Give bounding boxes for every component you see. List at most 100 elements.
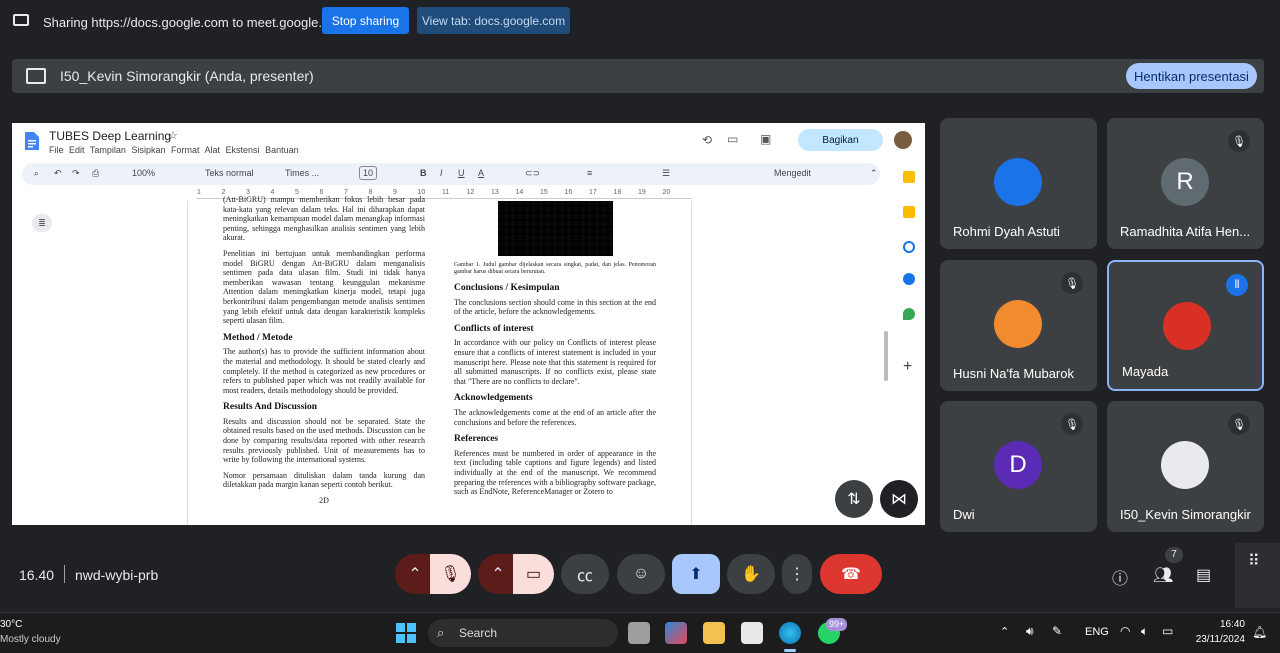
- swap-icon[interactable]: ⇅: [835, 480, 873, 518]
- add-addon-icon[interactable]: +: [903, 358, 912, 376]
- more-options-button[interactable]: ⋮: [782, 554, 812, 594]
- mic-toggle-button[interactable]: 🎙︎: [430, 554, 471, 594]
- stop-sharing-button[interactable]: Stop sharing: [322, 7, 409, 34]
- history-icon[interactable]: ⟲: [702, 133, 712, 147]
- participant-tile[interactable]: R Ramadhita Atifa Hen... 🎙︎: [1107, 118, 1264, 249]
- ruler-mark: 13: [491, 189, 499, 196]
- chat-icon[interactable]: ▤: [1196, 565, 1211, 585]
- sharing-bar: Sharing https://docs.google.com to meet.…: [0, 0, 1280, 44]
- doc-page[interactable]: (Att-BiGRU) mampu memberikan fokus lebih…: [187, 195, 692, 525]
- volume-icon[interactable]: 🔊︎: [1026, 624, 1034, 639]
- menu-edit[interactable]: Edit: [69, 145, 85, 155]
- weather[interactable]: Mostly cloudy: [0, 634, 61, 645]
- style-select[interactable]: Teks normal: [205, 168, 254, 178]
- collapse-toolbar-icon[interactable]: ⌃: [870, 168, 878, 179]
- speaker-icon[interactable]: 🔈︎: [1141, 624, 1148, 639]
- docs-logo-icon: [25, 132, 39, 150]
- captions-button[interactable]: ㏄: [561, 554, 609, 594]
- copilot-icon[interactable]: [665, 622, 687, 644]
- present-icon: [26, 68, 46, 84]
- leave-call-button[interactable]: ☎: [820, 554, 882, 594]
- avatar: [994, 158, 1042, 206]
- camera-toggle-button[interactable]: ▭: [513, 554, 554, 594]
- participant-tile[interactable]: I50_Kevin Simorangkir 🎙︎: [1107, 401, 1264, 532]
- notes-icon[interactable]: [903, 206, 915, 218]
- align-icon[interactable]: ≡: [587, 168, 592, 178]
- search-menus-icon[interactable]: ⌕: [34, 168, 39, 179]
- divider: [64, 565, 65, 583]
- zoom-select[interactable]: 100%: [132, 168, 155, 178]
- italic-icon[interactable]: I: [440, 168, 443, 178]
- doc-title[interactable]: TUBES Deep Learning: [49, 129, 171, 143]
- bold-icon[interactable]: B: [420, 168, 427, 178]
- menu-extensions[interactable]: Ekstensi: [226, 145, 260, 155]
- participant-tile[interactable]: Rohmi Dyah Astuti: [940, 118, 1097, 249]
- battery-icon[interactable]: ▭: [1162, 624, 1173, 638]
- date[interactable]: 23/11/2024: [1185, 634, 1245, 645]
- outline-icon[interactable]: ≣: [32, 214, 52, 232]
- font-size-input[interactable]: 10: [359, 166, 378, 180]
- edge-icon[interactable]: [779, 622, 801, 644]
- text-color-icon[interactable]: A: [478, 168, 484, 178]
- maps-icon[interactable]: [903, 308, 915, 320]
- raise-hand-button[interactable]: ✋: [727, 554, 775, 594]
- share-doc-button[interactable]: Bagikan: [798, 129, 883, 151]
- keep-icon[interactable]: [903, 171, 915, 183]
- menu-help[interactable]: Bantuan: [265, 145, 299, 155]
- editing-mode-select[interactable]: Mengedit: [774, 168, 811, 178]
- task-view-icon[interactable]: [628, 622, 650, 644]
- paragraph: In accordance with our policy on Conflic…: [454, 338, 656, 386]
- store-icon[interactable]: [741, 622, 763, 644]
- link-icon[interactable]: ⊂⊃: [525, 168, 540, 179]
- list-icon[interactable]: ☰: [662, 168, 670, 179]
- people-icon[interactable]: 👥︎: [1153, 565, 1173, 585]
- figure-caption: Gambar 1. Judul gambar dijelaskan secara…: [454, 262, 656, 275]
- menu-insert[interactable]: Sisipkan: [131, 145, 165, 155]
- reactions-button[interactable]: ☺: [617, 554, 665, 594]
- user-avatar[interactable]: [894, 131, 912, 149]
- undo-icon[interactable]: ↶: [54, 168, 62, 179]
- underline-icon[interactable]: U: [458, 168, 465, 178]
- windows-start-icon[interactable]: [396, 623, 416, 643]
- meet-icon[interactable]: ▣: [760, 132, 771, 146]
- print-icon[interactable]: ⎙: [92, 168, 99, 179]
- present-screen-icon: ⬆: [689, 566, 703, 583]
- paragraph: References must be numbered in order of …: [454, 448, 656, 497]
- participant-tile[interactable]: Mayada ⦀: [1107, 260, 1264, 391]
- clock[interactable]: 16:40: [1195, 619, 1245, 630]
- share-doc-label: Bagikan: [822, 134, 859, 146]
- notifications-bell-icon[interactable]: 🔔︎: [1252, 625, 1267, 639]
- tasks-icon[interactable]: [903, 241, 915, 253]
- redo-icon[interactable]: ↷: [72, 168, 80, 179]
- view-tab-button[interactable]: View tab: docs.google.com: [417, 7, 570, 34]
- contacts-icon[interactable]: [903, 273, 915, 285]
- search-box[interactable]: ⌕ Search: [428, 619, 618, 647]
- participant-tile[interactable]: Husni Na'fa Mubarok 🎙︎: [940, 260, 1097, 391]
- scrollbar[interactable]: [884, 331, 888, 381]
- star-icon[interactable]: ☆: [168, 129, 178, 142]
- ruler-mark: 15: [540, 189, 548, 196]
- show-hidden-icons[interactable]: ⌃: [1000, 625, 1009, 638]
- camera-options-button[interactable]: ⌃: [478, 554, 518, 594]
- mic-options-button[interactable]: ⌃: [395, 554, 435, 594]
- heading-method: Method / Metode: [223, 332, 293, 343]
- heading-acknowledgements: Acknowledgements: [454, 393, 533, 404]
- present-button[interactable]: ⬆: [672, 554, 720, 594]
- menu-file[interactable]: File: [49, 145, 64, 155]
- language-indicator[interactable]: ENG: [1085, 626, 1109, 638]
- share-icon[interactable]: ⋈: [880, 480, 918, 518]
- wifi-icon[interactable]: ◠: [1120, 624, 1130, 638]
- stop-presenting-button[interactable]: Hentikan presentasi: [1126, 63, 1257, 89]
- participant-tile[interactable]: D Dwi 🎙︎: [940, 401, 1097, 532]
- font-select[interactable]: Times ...: [285, 168, 319, 178]
- menu-tools[interactable]: Alat: [205, 145, 221, 155]
- pen-icon[interactable]: ✎: [1052, 624, 1062, 638]
- menu-format[interactable]: Format: [171, 145, 200, 155]
- menu-view[interactable]: Tampilan: [90, 145, 126, 155]
- comment-icon[interactable]: ▭: [727, 132, 738, 146]
- taskbar: 30°C Mostly cloudy ⌕ Search 99+ ⌃ 🔊︎ ✎ E…: [0, 612, 1280, 653]
- paragraph: The author(s) has to provide the suffici…: [223, 347, 425, 395]
- file-explorer-icon[interactable]: [703, 622, 725, 644]
- meeting-info-icon[interactable]: ⓘ: [1112, 565, 1128, 589]
- activities-button[interactable]: ⠿: [1235, 543, 1280, 608]
